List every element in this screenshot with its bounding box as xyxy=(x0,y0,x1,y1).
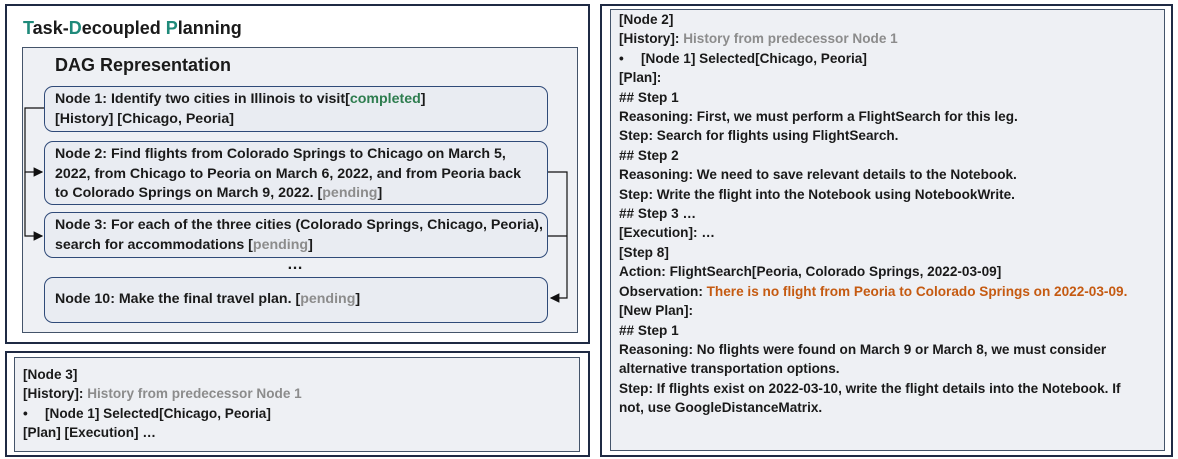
node3-plan-exec: [Plan] [Execution] … xyxy=(23,425,156,441)
node2-new-step-a: Step: If flights exist on 2022-03-10, wr… xyxy=(619,380,1121,396)
node2-history-label: [History]: xyxy=(619,31,680,47)
node3-history-label: [History]: xyxy=(23,386,84,402)
arrow-node2-to-node10 xyxy=(548,171,568,303)
node2-new-reasoning-a: Reasoning: No flights were found on Marc… xyxy=(619,341,1107,357)
node2-observation-label: Observation: xyxy=(619,283,707,299)
node2-reasoning-1: Reasoning: First, we must perform a Flig… xyxy=(619,109,1018,125)
node2-history-text: History from predecessor Node 1 xyxy=(679,31,898,47)
node2-step1: ## Step 1 xyxy=(619,89,679,105)
node3-title: [Node 3] xyxy=(23,367,78,382)
node2-step8: [Step 8] xyxy=(619,244,669,260)
bullet-icon: • xyxy=(619,50,624,66)
node2-new-step-b: not, use GoogleDistanceMatrix. xyxy=(619,400,823,416)
node2-step-text-1: Step: Search for flights using FlightSea… xyxy=(619,128,899,144)
node2-selected: [Node 1] Selected[Chicago, Peoria] xyxy=(641,50,867,66)
node2-new-step1: ## Step 1 xyxy=(619,322,679,338)
node2-title: [Node 2] xyxy=(619,12,674,27)
node2-reasoning-2: Reasoning: We need to save relevant deta… xyxy=(619,167,1017,183)
node2-step-text-2: Step: Write the flight into the Notebook… xyxy=(619,186,1015,202)
bullet-icon: • xyxy=(23,405,28,421)
node2-step3: ## Step 3 … xyxy=(619,206,697,222)
node2-execution: [Execution]: … xyxy=(619,225,715,241)
node2-observation-text: There is no flight from Peoria to Colora… xyxy=(706,283,1128,299)
node-2-content-box: [Node 2] [History]: History from predece… xyxy=(610,9,1165,451)
node2-new-reasoning-b: alternative transportation options. xyxy=(619,361,840,377)
arrow-node1-to-node3 xyxy=(24,172,44,241)
arrow-node1-to-node2 xyxy=(24,107,44,177)
node2-plan-label: [Plan]: xyxy=(619,70,662,86)
node2-step2: ## Step 2 xyxy=(619,147,679,163)
node3-selected: [Node 1] Selected[Chicago, Peoria] xyxy=(45,405,271,421)
node2-new-plan: [New Plan]: xyxy=(619,303,694,319)
node-3-content-box: [Node 3] [History]: History from predece… xyxy=(14,357,580,452)
node2-action: Action: FlightSearch[Peoria, Colorado Sp… xyxy=(619,264,1002,280)
node3-history-text: History from predecessor Node 1 xyxy=(83,386,302,402)
